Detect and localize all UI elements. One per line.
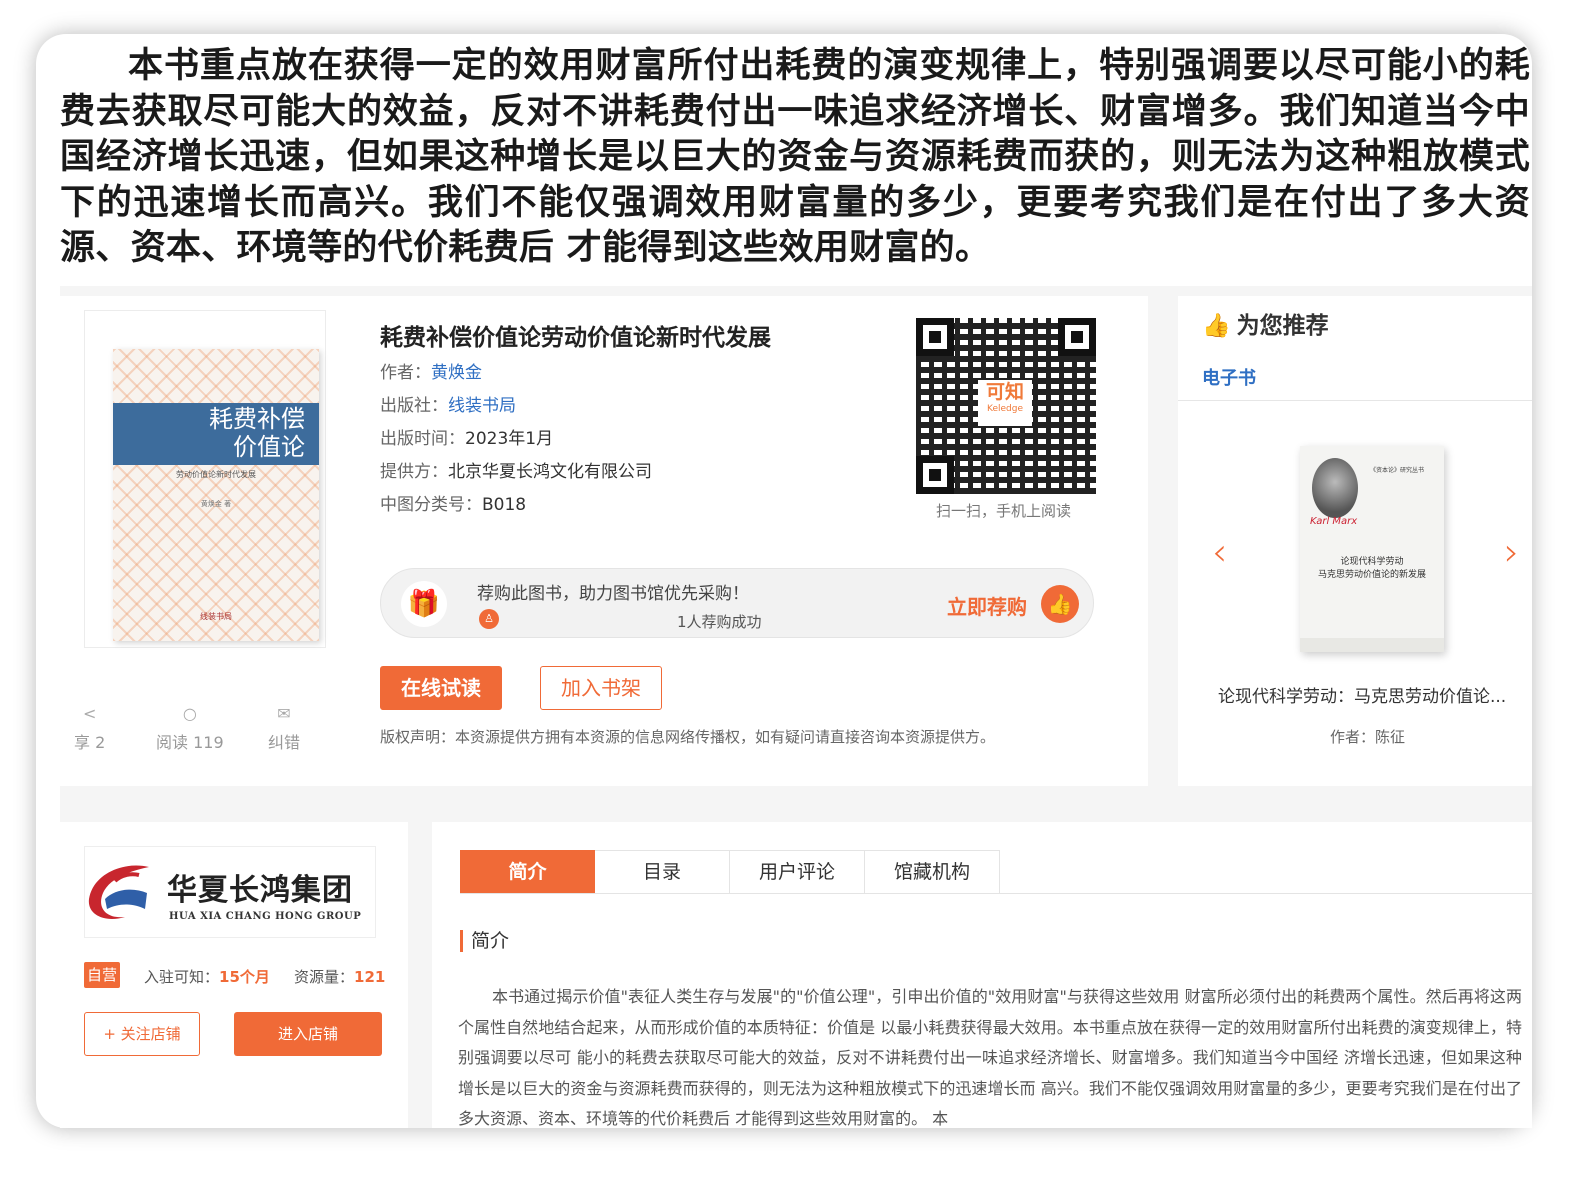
shop-logo-icon bbox=[88, 865, 149, 919]
recommend-purchase-count: 1人荐购成功 bbox=[677, 613, 762, 631]
shop-logo[interactable]: 华夏长鸿集团 HUA XIA CHANG HONG GROUP bbox=[84, 846, 376, 938]
recommend-purchase-link[interactable]: 立即荐购 bbox=[947, 591, 1027, 620]
tab-reviews[interactable]: 用户评论 bbox=[730, 850, 865, 894]
avatar: ♙ bbox=[479, 609, 499, 629]
publisher-label: 出版社： bbox=[380, 396, 448, 416]
joined-value: 15个月 bbox=[219, 968, 270, 986]
share-count: 享 2 bbox=[74, 733, 106, 752]
share-icon: < bbox=[82, 704, 97, 723]
recommend-heading: 👍 为您推荐 bbox=[1202, 306, 1329, 340]
intro-text: 本书通过揭示价值"表征人类生存与发展"的"价值公理"，引申出价值的"效用财富"与… bbox=[458, 987, 1522, 1128]
qr-finder bbox=[1058, 318, 1096, 356]
author-link[interactable]: 黄焕金 bbox=[431, 363, 482, 383]
thumbs-up-icon[interactable]: 👍 bbox=[1041, 585, 1079, 623]
tab-divider bbox=[460, 893, 1532, 894]
qr-logo-cn: 可知 bbox=[985, 381, 1024, 403]
resource-count: 资源量：121 bbox=[294, 966, 385, 987]
tab-libraries[interactable]: 馆藏机构 bbox=[865, 850, 1000, 894]
enter-shop-button[interactable]: 进入店铺 bbox=[234, 1012, 382, 1056]
provider-row: 提供方：北京华夏长鸿文化有限公司 bbox=[380, 457, 652, 482]
book-detail-page: 耗费补偿 价值论 劳动价值论新时代发展 黄焕金 著 线装书局 < 享 2 ○ 阅读… bbox=[60, 286, 1532, 1128]
self-operated-badge: 自营 bbox=[84, 962, 120, 988]
book-title: 耗费补偿价值论劳动价值论新时代发展 bbox=[380, 325, 771, 351]
qr-caption: 扫一扫，手机上阅读 bbox=[936, 502, 1072, 520]
copyright-notice: 版权声明：本资源提供方拥有本资源的信息网络传播权，如有疑问请直接咨询本资源提供方… bbox=[380, 728, 996, 746]
add-to-shelf-button[interactable]: 加入书架 bbox=[540, 666, 662, 710]
book-info-card: 耗费补偿 价值论 劳动价值论新时代发展 黄焕金 著 线装书局 < 享 2 ○ 阅读… bbox=[60, 296, 1148, 786]
qr-finder bbox=[916, 456, 954, 494]
cover-pattern bbox=[113, 349, 319, 641]
recommended-book-cover[interactable]: Karl Marx 《资本论》研究丛书 论现代科学劳动 马克思劳动价值论的新发展 bbox=[1300, 446, 1444, 652]
author-row: 作者：黄焕金 bbox=[380, 358, 482, 383]
thumbs-up-icon: 👍 bbox=[1202, 313, 1231, 339]
qr-logo-en: Keledge bbox=[987, 404, 1023, 414]
provider-value: 北京华夏长鸿文化有限公司 bbox=[448, 462, 652, 482]
report-error-stat[interactable]: ✉ 纠错 bbox=[268, 704, 300, 753]
date-row: 出版时间：2023年1月 bbox=[380, 424, 553, 449]
prev-arrow-icon[interactable]: ‹ bbox=[1212, 530, 1227, 574]
class-row: 中图分类号：B018 bbox=[380, 490, 526, 515]
read-online-button[interactable]: 在线试读 bbox=[380, 666, 502, 710]
recommended-book-author: 作者：陈征 bbox=[1330, 728, 1406, 746]
tab-toc[interactable]: 目录 bbox=[595, 850, 730, 894]
shop-name-en: HUA XIA CHANG HONG GROUP bbox=[169, 911, 362, 922]
cover-author: 黄焕金 著 bbox=[200, 500, 232, 508]
publisher-link[interactable]: 线装书局 bbox=[448, 396, 516, 416]
detail-tabs: 简介 目录 用户评论 馆藏机构 bbox=[460, 850, 1000, 894]
shop-name: 华夏长鸿集团 bbox=[167, 873, 353, 908]
section-heading: 简介 bbox=[460, 930, 509, 952]
class-label: 中图分类号： bbox=[380, 495, 482, 515]
publisher-row: 出版社：线装书局 bbox=[380, 391, 516, 416]
cover-publisher: 线装书局 bbox=[200, 612, 232, 621]
divider bbox=[1178, 400, 1532, 401]
recommend-purchase-text: 荐购此图书，助力图书馆优先采购！ bbox=[477, 584, 749, 604]
recommended-book-title[interactable]: 论现代科学劳动：马克思劳动价值论... bbox=[1218, 682, 1506, 707]
provider-label: 提供方： bbox=[380, 462, 448, 482]
author-label: 作者： bbox=[380, 363, 431, 383]
recommend-title: 为您推荐 bbox=[1236, 313, 1329, 339]
gift-icon: 🎁 bbox=[401, 581, 447, 627]
tab-intro[interactable]: 简介 bbox=[460, 850, 595, 894]
qr-logo: 可知 Keledge bbox=[978, 380, 1032, 426]
next-arrow-icon[interactable]: › bbox=[1504, 530, 1519, 574]
date-label: 出版时间： bbox=[380, 429, 465, 449]
class-value: B018 bbox=[482, 495, 527, 515]
resources-label: 资源量： bbox=[294, 968, 355, 986]
recommend-purchase-bar[interactable]: 🎁 荐购此图书，助力图书馆优先采购！ ♙ 1人荐购成功 立即荐购 👍 bbox=[380, 568, 1094, 638]
read-stat: ○ 阅读 119 bbox=[156, 704, 224, 753]
cover-footer bbox=[1300, 638, 1444, 652]
date-value: 2023年1月 bbox=[465, 429, 554, 449]
cover-container: 耗费补偿 价值论 劳动价值论新时代发展 黄焕金 著 线装书局 bbox=[84, 310, 326, 648]
overlay-quote: 本书重点放在获得一定的效用财富所付出耗费的演变规律上，特别强调要以尽可能小的耗费… bbox=[60, 46, 1530, 268]
joined-duration: 入驻可知：15个月 bbox=[144, 966, 270, 987]
tab-ebook[interactable]: 电子书 bbox=[1202, 364, 1256, 390]
cover-title: 耗费补偿 价值论 bbox=[209, 405, 305, 461]
qr-code: 可知 Keledge bbox=[916, 318, 1096, 494]
qr-finder bbox=[916, 318, 954, 356]
book-cover[interactable]: 耗费补偿 价值论 劳动价值论新时代发展 黄焕金 著 线装书局 bbox=[113, 349, 319, 641]
joined-label: 入驻可知： bbox=[144, 968, 220, 986]
user-icon: ○ bbox=[182, 704, 197, 723]
follow-shop-button[interactable]: + 关注店铺 bbox=[84, 1012, 200, 1056]
resources-value: 121 bbox=[354, 968, 386, 986]
cover-subtitle: 劳动价值论新时代发展 bbox=[176, 470, 256, 479]
mail-icon: ✉ bbox=[277, 704, 291, 723]
portrait-image bbox=[1312, 458, 1358, 518]
share-stat[interactable]: < 享 2 bbox=[74, 704, 105, 753]
recommended-book-series: 《资本论》研究丛书 bbox=[1370, 467, 1425, 474]
recommended-book-cover-title: 论现代科学劳动 马克思劳动价值论的新发展 bbox=[1317, 557, 1426, 580]
read-count: 阅读 119 bbox=[156, 733, 224, 752]
signature: Karl Marx bbox=[1310, 516, 1358, 527]
report-error-label: 纠错 bbox=[268, 733, 301, 752]
